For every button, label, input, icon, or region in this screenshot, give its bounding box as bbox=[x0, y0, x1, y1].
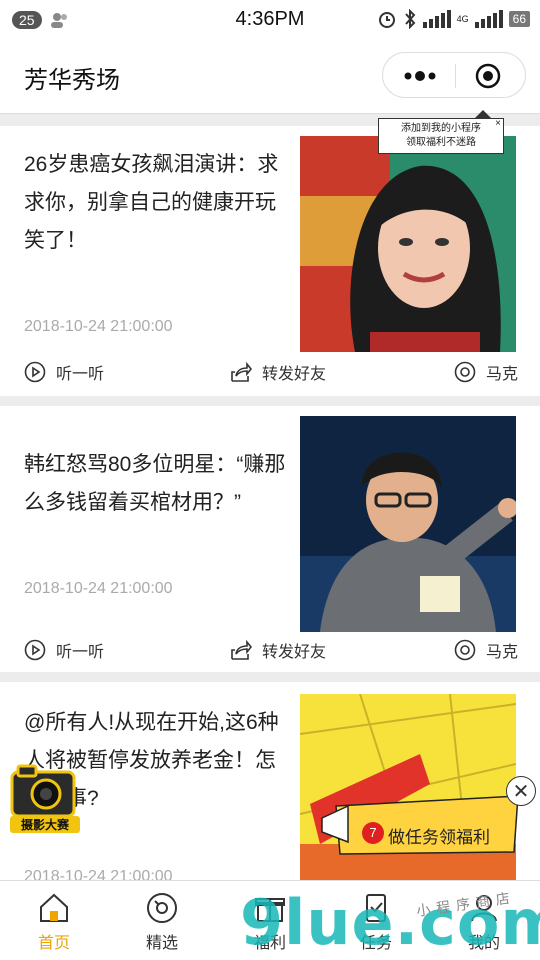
article-thumbnail[interactable] bbox=[300, 136, 516, 352]
article-title[interactable]: 26岁患癌女孩飙泪演讲：求求你，别拿自己的健康开玩笑了！ bbox=[24, 146, 286, 260]
tooltip-close-icon[interactable]: × bbox=[495, 117, 501, 131]
capsule-divider bbox=[455, 64, 456, 88]
home-icon bbox=[40, 893, 68, 922]
listen-label: 听一听 bbox=[56, 366, 105, 383]
share-button[interactable]: 转发好友 bbox=[230, 638, 326, 662]
screen: 25 4:36PM 4G 66 芳华秀场 添加到我的小程序 领取福利不迷路 × … bbox=[0, 0, 540, 960]
photo-contest-float[interactable]: 摄影大赛 bbox=[8, 762, 82, 833]
capsule-menu bbox=[382, 52, 526, 98]
status-bar: 25 4:36PM 4G 66 bbox=[0, 0, 540, 40]
tab-benefits-label: 福利 bbox=[253, 935, 286, 952]
article-thumbnail[interactable] bbox=[300, 416, 516, 632]
close-program-icon[interactable] bbox=[475, 63, 501, 89]
tab-featured[interactable]: 精选 bbox=[112, 889, 212, 957]
alarm-icon bbox=[378, 12, 395, 28]
page-title: 芳华秀场 bbox=[24, 67, 120, 94]
tab-mine-label: 我的 bbox=[467, 935, 500, 952]
share-icon bbox=[231, 361, 252, 382]
tab-tasks-label: 任务 bbox=[359, 935, 392, 952]
bluetooth-icon bbox=[404, 9, 415, 29]
article-title[interactable]: 韩红怒骂80多位明星：“赚那么多钱留着买棺材用？” bbox=[24, 446, 286, 522]
share-button[interactable]: 转发好友 bbox=[230, 360, 326, 384]
disc-icon bbox=[147, 893, 177, 923]
article-card[interactable]: 26岁患癌女孩飙泪演讲：求求你，别拿自己的健康开玩笑了！ 2018-10-24 … bbox=[0, 126, 540, 396]
mark-button[interactable]: 马克 bbox=[454, 638, 518, 662]
at-mark-icon bbox=[454, 361, 476, 383]
tab-tasks[interactable]: 任务 bbox=[326, 889, 426, 957]
article-actions: 听一听 转发好友 马克 bbox=[0, 360, 540, 390]
tab-home-label: 首页 bbox=[37, 935, 70, 952]
promo-count-badge: 7 bbox=[362, 822, 384, 844]
share-label: 转发好友 bbox=[262, 644, 327, 661]
woman-smiling-photo bbox=[300, 136, 516, 352]
bottom-tab-bar: 首页 精选 福利 任务 我的 bbox=[0, 880, 540, 960]
task-promo-banner[interactable]: 7 做任务领福利 bbox=[318, 792, 524, 858]
at-mark-icon bbox=[454, 639, 476, 661]
article-actions: 听一听 转发好友 马克 bbox=[0, 638, 540, 668]
add-to-my-programs-tooltip: 添加到我的小程序 领取福利不迷路 × bbox=[378, 110, 504, 154]
promo-close-button[interactable]: ✕ bbox=[506, 776, 536, 806]
share-label: 转发好友 bbox=[262, 366, 327, 383]
status-icons: 4G 66 bbox=[377, 9, 530, 29]
tooltip-line2: 领取福利不迷路 bbox=[406, 137, 476, 148]
listen-button[interactable]: 听一听 bbox=[24, 638, 104, 662]
play-circle-icon bbox=[24, 639, 46, 661]
mini-program-header: 芳华秀场 bbox=[0, 40, 540, 114]
share-icon bbox=[231, 639, 252, 660]
signal-icon bbox=[422, 10, 451, 28]
man-pointing-photo bbox=[300, 416, 516, 632]
promo-label: 做任务领福利 bbox=[388, 828, 490, 847]
article-date: 2018-10-24 21:00:00 bbox=[24, 318, 173, 335]
user-icon bbox=[471, 895, 497, 922]
tooltip-line1: 添加到我的小程序 bbox=[401, 123, 481, 134]
camera-icon bbox=[10, 764, 76, 818]
tab-home[interactable]: 首页 bbox=[4, 889, 104, 957]
article-card[interactable]: 韩红怒骂80多位明星：“赚那么多钱留着买棺材用？” 2018-10-24 21:… bbox=[0, 406, 540, 672]
battery-level: 66 bbox=[508, 11, 530, 27]
play-circle-icon bbox=[24, 361, 46, 383]
listen-button[interactable]: 听一听 bbox=[24, 360, 104, 384]
listen-label: 听一听 bbox=[56, 644, 105, 661]
mark-label: 马克 bbox=[486, 644, 519, 661]
task-icon bbox=[366, 894, 386, 922]
network-type: 4G bbox=[456, 14, 469, 24]
tab-featured-label: 精选 bbox=[145, 935, 178, 952]
article-date: 2018-10-24 21:00:00 bbox=[24, 580, 173, 597]
mark-label: 马克 bbox=[486, 366, 519, 383]
tab-mine[interactable]: 我的 bbox=[434, 889, 534, 957]
photo-contest-label: 摄影大赛 bbox=[10, 816, 80, 833]
mark-button[interactable]: 马克 bbox=[454, 360, 518, 384]
tab-benefits[interactable]: 福利 bbox=[220, 889, 320, 957]
signal-icon-2 bbox=[474, 10, 503, 28]
more-icon[interactable] bbox=[401, 67, 439, 85]
gift-icon bbox=[255, 898, 285, 922]
